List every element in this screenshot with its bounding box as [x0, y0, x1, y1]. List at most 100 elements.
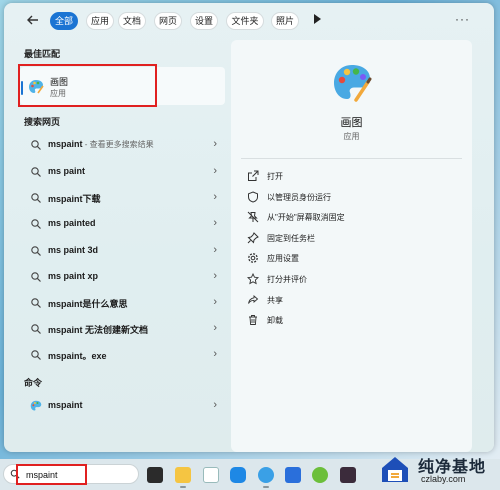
- paint-taskbar-icon[interactable]: [258, 467, 274, 483]
- web-result-label: ms painted: [48, 218, 96, 228]
- web-result-sub: - 查看更多搜索结果: [82, 140, 154, 149]
- action-label: 共享: [267, 296, 283, 305]
- more-filters-arrow-icon[interactable]: [314, 14, 321, 24]
- web-result-label: mspaint是什么意思: [48, 299, 128, 309]
- chevron-right-icon: ›: [213, 296, 217, 308]
- search-icon: [31, 140, 41, 150]
- shield-icon: [248, 191, 258, 203]
- paint-app-large-icon: [334, 65, 372, 102]
- web-result-row[interactable]: mspaint下载 ›: [20, 187, 225, 209]
- action-label: 从"开始"屏幕取消固定: [267, 213, 345, 222]
- action-label: 应用设置: [267, 254, 299, 263]
- detail-app-subtitle: 应用: [343, 132, 360, 141]
- web-result-label: mspaint 无法创建新文档: [48, 325, 149, 335]
- share-icon: [248, 295, 259, 304]
- pin-icon: [247, 232, 259, 244]
- web-result-row[interactable]: ms painted ›: [20, 213, 225, 235]
- command-label: mspaint: [48, 400, 83, 410]
- tab-apps[interactable]: 应用: [86, 12, 114, 30]
- web-result-label: ms paint: [48, 166, 86, 176]
- unpin-icon: [247, 211, 259, 223]
- search-icon: [31, 193, 41, 203]
- action-share[interactable]: 共享: [247, 292, 447, 308]
- back-arrow-icon: [27, 15, 38, 25]
- search-icon: [31, 167, 41, 177]
- web-result-row[interactable]: ms paint ›: [20, 161, 225, 183]
- back-button[interactable]: [24, 11, 42, 29]
- watermark-logo: 纯净基地 czlaby.com: [372, 450, 498, 488]
- web-result-row[interactable]: mspaint是什么意思 ›: [20, 292, 225, 314]
- chevron-right-icon: ›: [213, 191, 217, 203]
- start-search-panel: 全部 应用 文档 网页 设置 文件夹 照片 ··· 最佳匹配 画图 应用 搜索网…: [4, 3, 494, 452]
- search-icon: [31, 298, 41, 308]
- search-icon: [31, 350, 41, 360]
- action-label: 打分并评价: [267, 275, 307, 284]
- web-result-row[interactable]: ms paint 3d ›: [20, 240, 225, 262]
- file-explorer-icon[interactable]: [175, 467, 191, 483]
- chevron-right-icon: ›: [213, 217, 217, 229]
- house-logo-icon: [382, 457, 408, 482]
- search-icon: [31, 272, 41, 282]
- chevron-right-icon: ›: [213, 322, 217, 334]
- app-detail-pane: 画图 应用 打开 以管理员身份运行 从"开始"屏幕取消固定 固定到任务栏 应用设…: [231, 40, 472, 452]
- task-view-icon[interactable]: [147, 467, 163, 483]
- tab-web[interactable]: 网页: [154, 12, 182, 30]
- task-manager-icon[interactable]: [203, 467, 219, 483]
- web-result-row[interactable]: mspaint。exe ›: [20, 344, 225, 366]
- action-uninstall[interactable]: 卸载: [247, 312, 447, 328]
- ide-icon[interactable]: [340, 467, 356, 483]
- action-label: 以管理员身份运行: [267, 193, 331, 202]
- chevron-right-icon: ›: [213, 138, 217, 150]
- action-label: 打开: [267, 172, 283, 181]
- web-result-label: mspaint: [48, 139, 83, 149]
- tab-settings[interactable]: 设置: [190, 12, 218, 30]
- app-icon[interactable]: [285, 467, 301, 483]
- highlight-box-best-match: [18, 64, 157, 107]
- more-options-button[interactable]: ···: [455, 12, 470, 26]
- tab-documents[interactable]: 文档: [118, 12, 146, 30]
- running-indicator: [180, 486, 186, 488]
- action-label: 固定到任务栏: [267, 234, 315, 243]
- tab-folders[interactable]: 文件夹: [226, 12, 264, 30]
- web-result-label: mspaint下载: [48, 194, 101, 204]
- action-app-settings[interactable]: 应用设置: [247, 250, 447, 266]
- running-indicator: [263, 486, 269, 488]
- chevron-right-icon: ›: [213, 399, 217, 411]
- tab-photos[interactable]: 照片: [271, 12, 299, 30]
- open-icon: [248, 170, 259, 181]
- chevron-right-icon: ›: [213, 270, 217, 282]
- web-result-row[interactable]: ms paint xp ›: [20, 266, 225, 288]
- divider: [241, 158, 462, 159]
- action-rate-review[interactable]: 打分并评价: [247, 271, 447, 287]
- highlight-box-search: [16, 464, 87, 485]
- web-result-row[interactable]: mspaint 无法创建新文档 ›: [20, 318, 225, 340]
- paint-app-icon: [30, 400, 42, 411]
- chevron-right-icon: ›: [213, 165, 217, 177]
- action-pin-taskbar[interactable]: 固定到任务栏: [247, 230, 447, 246]
- trash-icon: [249, 315, 257, 325]
- watermark-url: czlaby.com: [421, 474, 466, 484]
- browser-icon[interactable]: [312, 467, 328, 483]
- command-row[interactable]: mspaint ›: [20, 395, 225, 417]
- web-search-heading: 搜索网页: [24, 117, 61, 127]
- web-result-label: ms paint 3d: [48, 245, 99, 255]
- action-run-as-admin[interactable]: 以管理员身份运行: [247, 189, 447, 205]
- web-result-row[interactable]: mspaint - 查看更多搜索结果 ›: [20, 134, 225, 156]
- tab-all[interactable]: 全部: [50, 12, 78, 30]
- search-icon: [31, 219, 41, 229]
- web-result-label: mspaint。exe: [48, 351, 107, 361]
- cloud-app-icon[interactable]: [230, 467, 246, 483]
- web-result-label: ms paint xp: [48, 271, 99, 281]
- gear-icon: [248, 253, 258, 263]
- action-unpin-start[interactable]: 从"开始"屏幕取消固定: [247, 209, 447, 225]
- detail-app-title: 画图: [340, 117, 363, 129]
- commands-heading: 命令: [24, 378, 43, 388]
- action-open[interactable]: 打开: [247, 168, 447, 184]
- chevron-right-icon: ›: [213, 244, 217, 256]
- best-match-heading: 最佳匹配: [24, 49, 61, 59]
- star-icon: [247, 273, 259, 285]
- search-icon: [31, 246, 41, 256]
- filter-bar: 全部 应用 文档 网页 设置 文件夹 照片 ···: [4, 3, 494, 37]
- action-label: 卸载: [267, 316, 283, 325]
- search-icon: [31, 324, 41, 334]
